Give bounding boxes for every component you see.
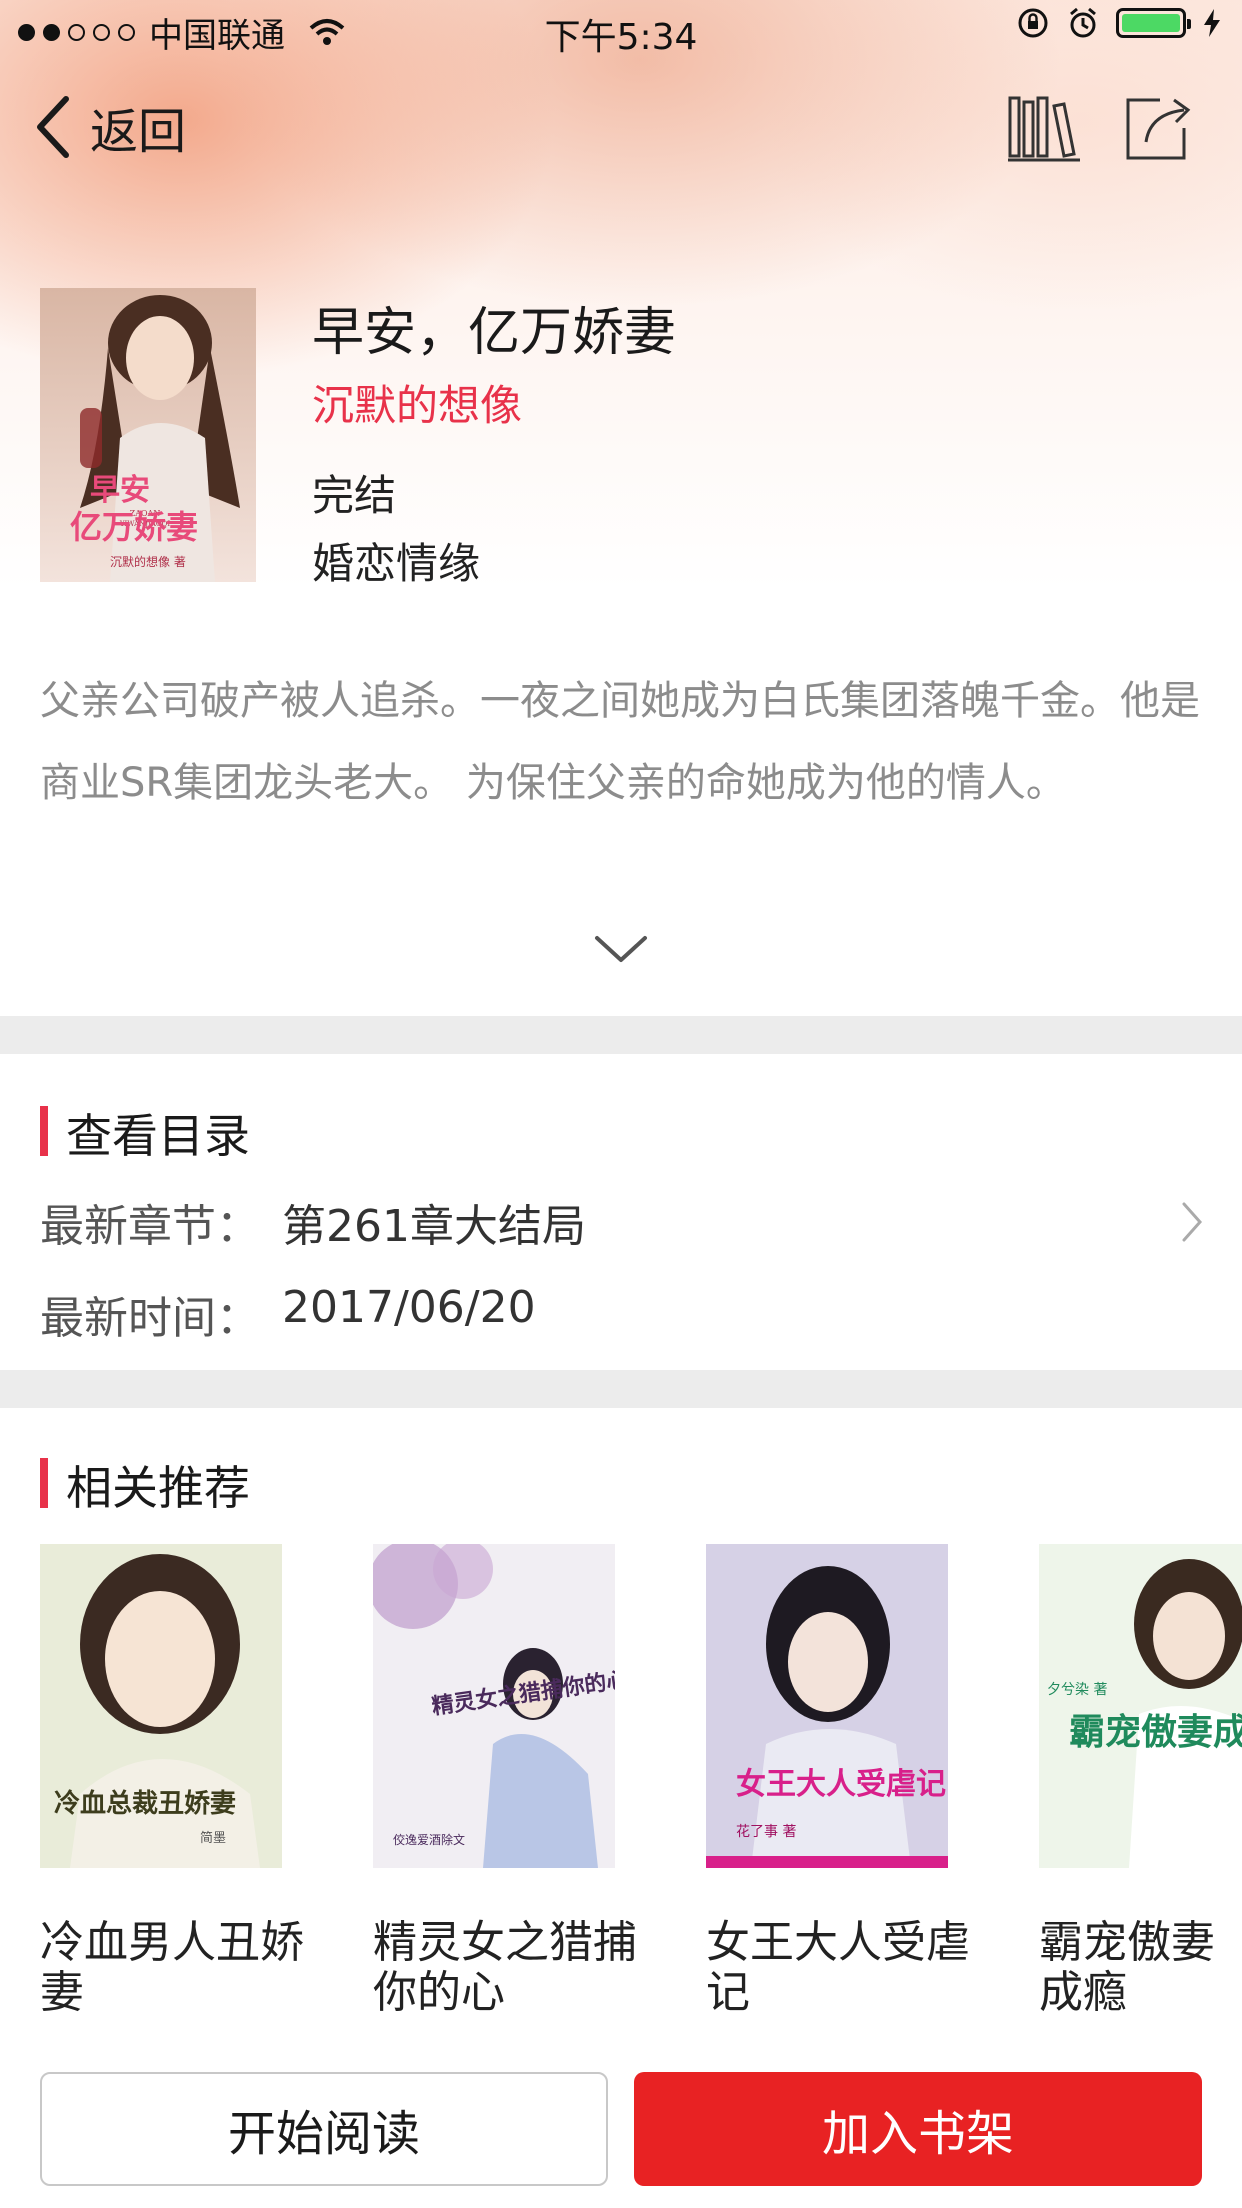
bookshelf-icon[interactable]	[1006, 92, 1082, 164]
recommend-book-name: 霸宠傲妻成瘾	[1039, 1917, 1215, 2018]
latest-chapter-row[interactable]: 最新章节： 第261章大结局	[0, 1166, 1242, 1286]
recommend-book-name: 精灵女之猎捕你的心	[373, 1917, 637, 2018]
recommend-book-card[interactable]: 女王大人受虐记 花了事 著 女王大人受虐记	[706, 1544, 970, 2018]
book-description: 父亲公司破产被人追杀。一夜之间她成为白氏集团落魄千金。他是商业SR集团龙头老大。…	[40, 678, 1200, 806]
back-button[interactable]: 返回	[32, 92, 186, 162]
start-reading-button[interactable]: 开始阅读	[40, 2072, 608, 2186]
recommend-book-card[interactable]: 霸宠傲妻成瘾 夕兮染 著 霸宠傲妻成瘾	[1039, 1544, 1242, 2018]
back-chevron-icon	[37, 96, 69, 158]
recommend-book-cover: 霸宠傲妻成瘾 夕兮染 著	[1039, 1544, 1242, 1868]
expand-description-button[interactable]	[591, 928, 651, 972]
book-cover-art: ZAOAN YIWANJIAOQI 早安 亿万娇妻 沉默的想像 著	[40, 288, 256, 582]
svg-text:沉默的想像 著: 沉默的想像 著	[110, 554, 186, 569]
book-cover[interactable]: ZAOAN YIWANJIAOQI 早安 亿万娇妻 沉默的想像 著	[40, 288, 256, 582]
latest-chapter-value: 第261章大结局	[282, 1201, 586, 1252]
alarm-icon	[1070, 7, 1096, 38]
book-title: 早安，亿万娇妻	[312, 303, 677, 363]
book-author-link[interactable]: 沉默的想像	[312, 372, 522, 433]
recommend-book-cover: 精灵女之猎捕你的心 佼逸爱酒除文	[373, 1544, 615, 1868]
charging-icon	[1204, 9, 1220, 37]
recommend-book-name: 女王大人受虐记	[706, 1917, 970, 2018]
chevron-down-icon	[595, 936, 647, 962]
latest-time-value: 2017/06/20	[282, 1282, 536, 1333]
nav-actions	[1006, 92, 1194, 164]
cover-author-text: 佼逸爱酒除文	[393, 1832, 465, 1847]
recommend-book-cover: 女王大人受虐记 花了事 著	[706, 1544, 948, 1868]
cover-title-text: 霸宠傲妻成瘾	[1069, 1711, 1242, 1753]
recommend-title: 相关推荐	[66, 1461, 250, 1515]
section-divider	[0, 1016, 1242, 1054]
svg-text:早安: 早安	[90, 473, 150, 508]
chevron-right-icon	[1182, 1202, 1203, 1242]
battery-fill	[1122, 14, 1180, 32]
recommend-book-cover: 冷血总裁丑娇妻 简墨	[40, 1544, 282, 1868]
cover-author-text: 花了事 著	[736, 1824, 796, 1840]
cover-title-text: 女王大人受虐记	[736, 1767, 946, 1802]
recommend-book-name: 冷血男人丑娇妻	[40, 1917, 304, 2018]
catalog-title[interactable]: 查看目录	[66, 1100, 250, 1166]
rotation-lock-icon	[1018, 8, 1048, 38]
section-accent-bar	[40, 1458, 48, 1508]
section-accent-bar	[40, 1106, 48, 1156]
section-divider	[0, 1370, 1242, 1408]
back-label: 返回	[90, 104, 187, 160]
book-genre: 婚恋情缘	[312, 539, 481, 588]
status-bar: 中国联通 下午5:34	[0, 0, 1242, 60]
battery-icon	[1116, 8, 1191, 38]
recommend-book-card[interactable]: 冷血总裁丑娇妻 简墨 冷血男人丑娇妻	[40, 1544, 304, 2018]
share-icon[interactable]	[1122, 92, 1194, 164]
cover-author-text: 夕兮染 著	[1047, 1682, 1107, 1698]
add-to-bookshelf-button[interactable]: 加入书架	[634, 2072, 1202, 2186]
svg-text:亿万娇妻: 亿万娇妻	[70, 508, 198, 546]
status-right	[1016, 6, 1222, 40]
latest-time-label: 最新时间：	[40, 1293, 260, 1344]
book-status: 完结	[312, 471, 397, 520]
cover-author-text: 简墨	[200, 1830, 226, 1846]
cover-title-text: 冷血总裁丑娇妻	[54, 1788, 236, 1819]
latest-chapter-label: 最新章节：	[40, 1201, 260, 1252]
recommend-book-card[interactable]: 精灵女之猎捕你的心 佼逸爱酒除文 精灵女之猎捕你的心	[373, 1544, 637, 2018]
